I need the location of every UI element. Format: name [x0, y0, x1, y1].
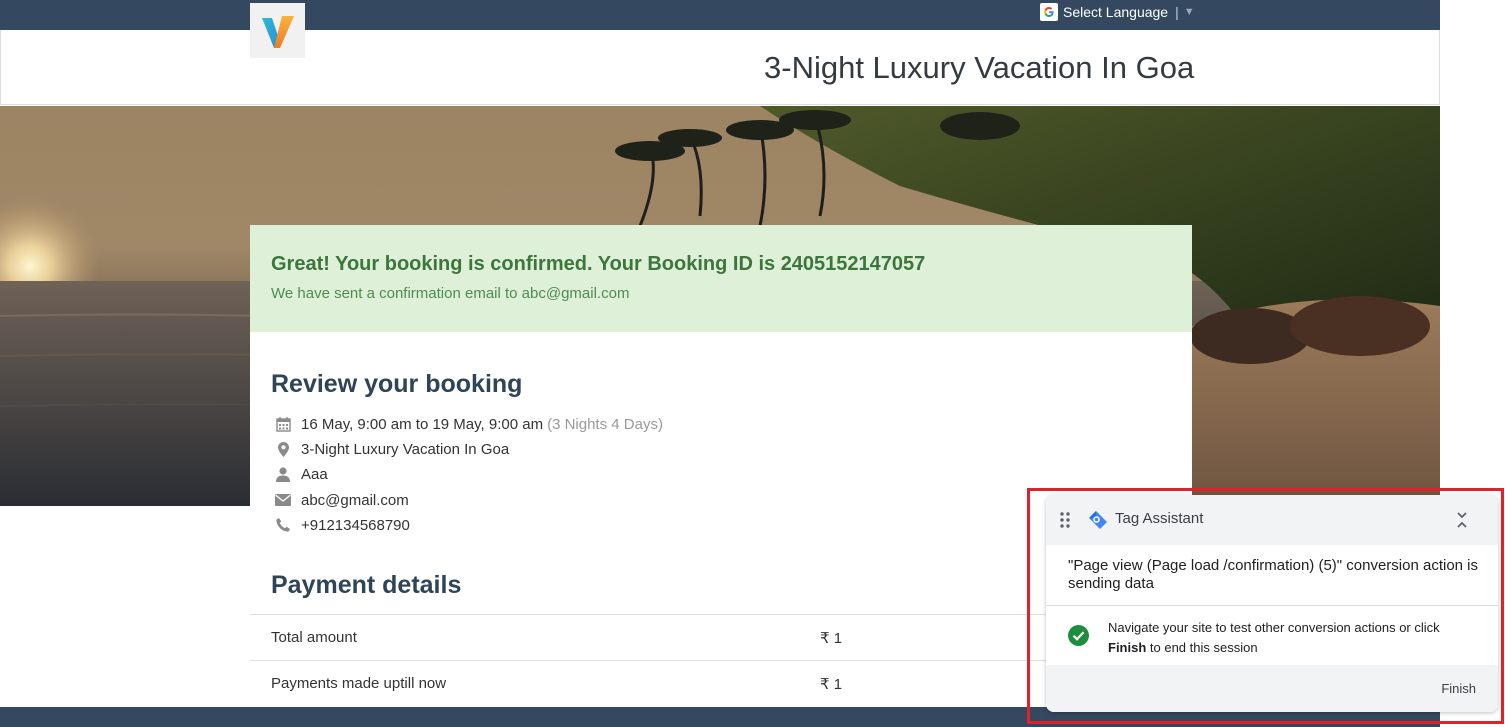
tag-assistant-header: Tag Assistant	[1046, 495, 1498, 545]
tag-assistant-title: Tag Assistant	[1115, 510, 1204, 527]
booking-dates: 16 May, 9:00 am to 19 May, 9:00 am	[301, 415, 544, 433]
logo-v-icon	[261, 15, 294, 48]
payment-value: ₹ 1	[820, 630, 843, 647]
booking-phone: +912134568790	[301, 516, 410, 534]
language-caret-icon[interactable]: ▼	[1184, 6, 1195, 18]
payment-heading: Payment details	[271, 571, 462, 599]
language-label[interactable]: Select Language	[1063, 4, 1168, 20]
panel-divider	[1046, 605, 1498, 606]
review-heading: Review your booking	[271, 370, 523, 398]
google-icon	[1040, 3, 1058, 21]
site-logo[interactable]	[250, 3, 305, 58]
booking-email: abc@gmail.com	[301, 491, 409, 509]
top-bar: Select Language | ▼	[0, 0, 1440, 30]
confirmation-alert: Great! Your booking is confirmed. Your B…	[250, 225, 1192, 332]
booking-duration: (3 Nights 4 Days)	[547, 415, 663, 433]
detail-email: abc@gmail.com	[274, 489, 409, 511]
user-icon	[274, 466, 292, 482]
detail-phone: +912134568790	[274, 514, 410, 536]
finish-button[interactable]: Finish	[1441, 681, 1476, 696]
tag-assistant-logo-icon	[1089, 511, 1107, 529]
session-note-finish: Finish	[1108, 640, 1147, 655]
detail-name: Aaa	[274, 463, 328, 485]
payment-label: Payments made uptill now	[271, 675, 447, 692]
detail-location: 3-Night Luxury Vacation In Goa	[274, 438, 509, 460]
booking-location: 3-Night Luxury Vacation In Goa	[301, 440, 510, 458]
booking-name: Aaa	[301, 465, 328, 483]
payment-value: ₹ 1	[820, 676, 843, 693]
conversion-message: "Page view (Page load /confirmation) (5)…	[1068, 557, 1479, 592]
payment-label: Total amount	[271, 629, 357, 646]
page-title: 3-Night Luxury Vacation In Goa	[764, 50, 1195, 85]
map-pin-icon	[274, 441, 292, 457]
session-note: Navigate your site to test other convers…	[1108, 618, 1478, 658]
envelope-icon	[274, 492, 292, 508]
check-circle-icon	[1068, 625, 1089, 646]
drag-handle-icon[interactable]	[1060, 512, 1070, 528]
collapse-icon[interactable]	[1456, 511, 1468, 529]
session-note-end: to end this session	[1146, 640, 1258, 655]
confirmation-subtitle: We have sent a confirmation email to abc…	[271, 285, 630, 302]
language-selector[interactable]: Select Language | ▼	[1040, 2, 1195, 22]
tag-assistant-panel: Tag Assistant "Page view (Page load /con…	[1046, 495, 1498, 712]
detail-dates: 16 May, 9:00 am to 19 May, 9:00 am (3 Ni…	[274, 413, 663, 435]
site-header	[0, 30, 1440, 105]
language-separator: |	[1175, 4, 1179, 20]
phone-icon	[274, 517, 292, 533]
calendar-icon	[274, 416, 292, 432]
tag-assistant-footer: Finish	[1046, 665, 1498, 712]
confirmation-title: Great! Your booking is confirmed. Your B…	[271, 253, 926, 275]
session-note-text: Navigate your site to test other convers…	[1108, 620, 1440, 635]
